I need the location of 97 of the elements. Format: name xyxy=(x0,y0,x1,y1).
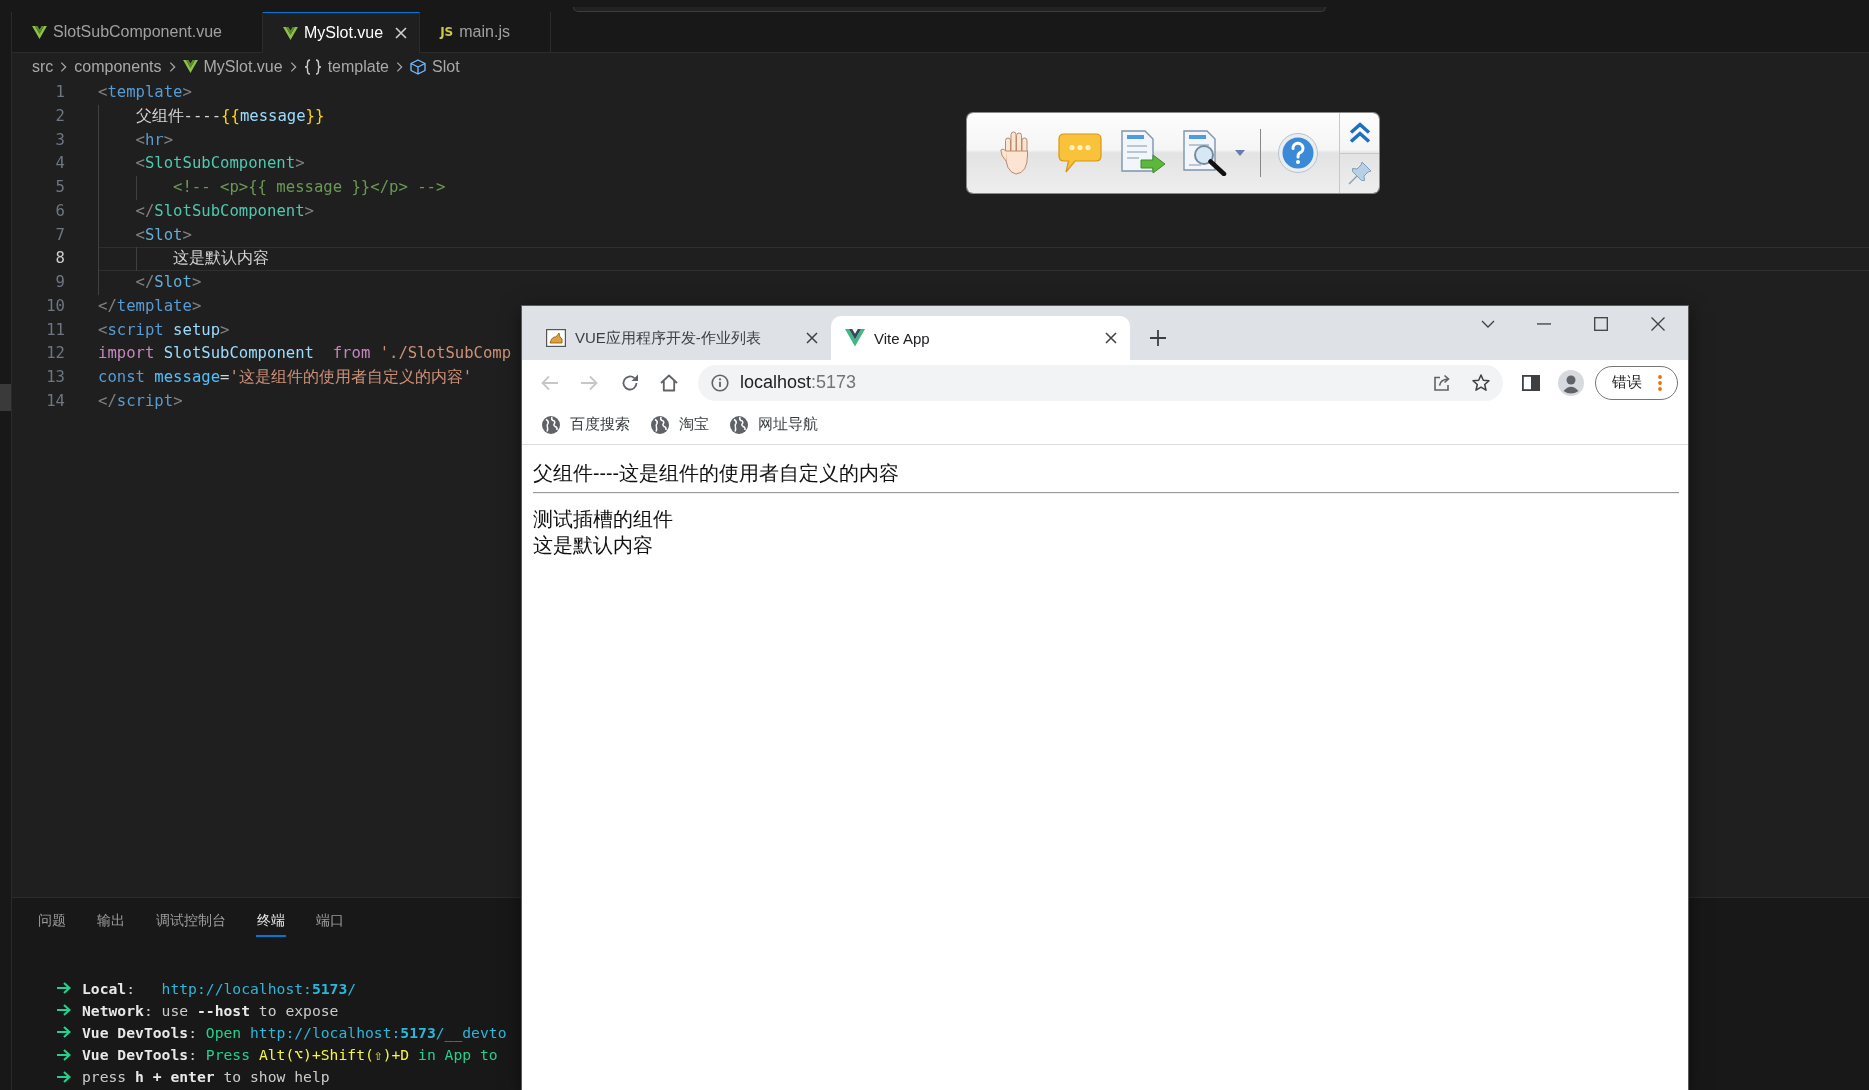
line-number: 1 xyxy=(54,82,65,103)
arrow-icon xyxy=(57,1026,71,1039)
close-icon[interactable] xyxy=(1105,332,1117,344)
breadcrumb-item[interactable]: components xyxy=(74,57,162,76)
browser-tab[interactable]: VUE应用程序开发-作业列表 xyxy=(532,316,831,360)
arrow-icon xyxy=(57,1004,71,1017)
line-number: 13 xyxy=(45,367,65,388)
line-number: 3 xyxy=(54,129,65,151)
terminal-line: press h + enter to show help xyxy=(82,1068,330,1086)
hand-icon[interactable] xyxy=(1000,131,1030,175)
terminal-line: Vue DevTools: Open http://localhost:5173/__devto xyxy=(82,1023,507,1041)
search-field[interactable] xyxy=(573,7,1326,12)
vue-logo-icon xyxy=(182,60,198,73)
code-line: <Slot> xyxy=(135,224,192,246)
arrow-icon xyxy=(57,982,71,995)
line-number: 8 xyxy=(54,248,65,270)
panel-tab[interactable]: 调试控制台 xyxy=(155,911,227,937)
line-number: 4 xyxy=(54,153,65,175)
breadcrumb-item[interactable]: template xyxy=(303,57,389,76)
code-line: </script> xyxy=(98,390,183,412)
dots-menu-icon[interactable] xyxy=(1658,374,1662,391)
line-number: 11 xyxy=(45,319,65,341)
code-line: <!-- <p>{{ message }}</p> --> xyxy=(173,177,446,198)
cube-icon xyxy=(410,58,426,75)
bookmark-item[interactable]: 网址导航 xyxy=(722,410,826,439)
chevron-right-icon xyxy=(60,60,68,73)
page-text: 测试插槽的组件 xyxy=(533,507,673,532)
error-button[interactable]: 错误 xyxy=(1595,365,1678,400)
code-line: </Slot> xyxy=(135,272,202,293)
avatar-icon[interactable] xyxy=(1558,369,1584,396)
globe-icon xyxy=(730,415,748,434)
breadcrumb-item[interactable]: src xyxy=(32,57,54,76)
info-icon[interactable] xyxy=(711,373,729,392)
page-text: 父组件----这是组件的使用者自定义的内容 xyxy=(533,461,899,486)
line-number: 10 xyxy=(45,295,65,317)
globe-icon xyxy=(651,415,669,434)
code-line: <template> xyxy=(98,82,192,103)
bookmark-item[interactable]: 淘宝 xyxy=(643,410,717,439)
vue-logo-icon xyxy=(283,26,298,40)
terminal-line: Local: http://localhost:5173/ xyxy=(82,979,357,997)
arrow-icon xyxy=(57,1048,71,1061)
editor-tab[interactable]: JS main.js xyxy=(420,12,551,52)
vue-logo-icon xyxy=(845,329,865,347)
breadcrumb-item[interactable]: Slot xyxy=(410,57,460,76)
address-field[interactable]: localhost:5173 xyxy=(698,364,1503,401)
double-chevron-up-icon[interactable] xyxy=(1348,121,1371,144)
maximize-icon[interactable] xyxy=(1594,317,1608,331)
close-icon[interactable] xyxy=(806,332,818,344)
panel-tab[interactable]: 问题 xyxy=(37,911,67,937)
line-number: 7 xyxy=(54,224,65,246)
chevron-down-icon[interactable] xyxy=(1481,320,1495,328)
terminal-line: Network: use --host to expose xyxy=(82,1001,339,1019)
reload-icon[interactable] xyxy=(621,373,639,392)
arrow-icon xyxy=(57,1070,71,1083)
share-icon[interactable] xyxy=(1433,373,1451,392)
vue-logo-icon xyxy=(32,25,47,39)
panel-tab[interactable]: 终端 xyxy=(256,911,286,937)
breadcrumb-item[interactable]: MySlot.vue xyxy=(182,57,283,76)
document-arrow-icon[interactable] xyxy=(1120,130,1166,176)
help-icon[interactable] xyxy=(1278,133,1318,173)
line-number: 5 xyxy=(54,177,65,198)
home-icon[interactable] xyxy=(660,373,678,392)
line-number: 12 xyxy=(45,343,65,365)
star-icon[interactable] xyxy=(1472,373,1490,392)
code-line: </template> xyxy=(98,295,202,317)
line-number: 6 xyxy=(54,200,65,222)
code-line: <SlotSubComponent> xyxy=(135,153,305,175)
code-line: const message='这是组件的使用者自定义的内容' xyxy=(98,367,473,388)
code-line: </SlotSubComponent> xyxy=(135,200,314,222)
url-text: localhost:5173 xyxy=(740,372,857,393)
line-number: 9 xyxy=(54,272,65,293)
chevron-right-icon xyxy=(168,60,176,73)
terminal-line: Vue DevTools: Press Alt(⌥)+Shift(⇧)+D in App to xyxy=(82,1046,498,1064)
side-panel-icon[interactable] xyxy=(1522,374,1540,391)
code-line: <script setup> xyxy=(98,319,230,341)
code-line: 父组件----{{message}} xyxy=(135,105,325,127)
bookmark-item[interactable]: 百度搜索 xyxy=(534,410,638,439)
chevron-right-icon xyxy=(396,60,403,73)
page-text: 这是默认内容 xyxy=(533,533,653,558)
panel-tab[interactable]: 端口 xyxy=(315,911,345,937)
code-line: 这是默认内容 xyxy=(173,248,270,270)
framed-picture-icon xyxy=(546,329,566,347)
plus-icon[interactable] xyxy=(1150,330,1166,346)
browser-tab[interactable]: Vite App xyxy=(831,316,1130,360)
globe-icon xyxy=(542,415,560,434)
close-icon[interactable] xyxy=(1651,317,1665,331)
braces-icon xyxy=(303,58,322,75)
editor-tab[interactable]: MySlot.vue xyxy=(263,12,421,53)
caret-icon[interactable] xyxy=(1235,150,1245,156)
chevron-right-icon xyxy=(289,60,297,73)
line-number: 14 xyxy=(45,390,65,412)
line-number: 2 xyxy=(54,105,65,127)
document-search-icon[interactable] xyxy=(1183,130,1227,176)
file-type-label: JS xyxy=(440,25,454,39)
panel-tab[interactable]: 输出 xyxy=(96,911,126,937)
code-line: import SlotSubComponent from './SlotSubComp xyxy=(98,343,512,365)
code-line: <hr> xyxy=(135,129,174,151)
